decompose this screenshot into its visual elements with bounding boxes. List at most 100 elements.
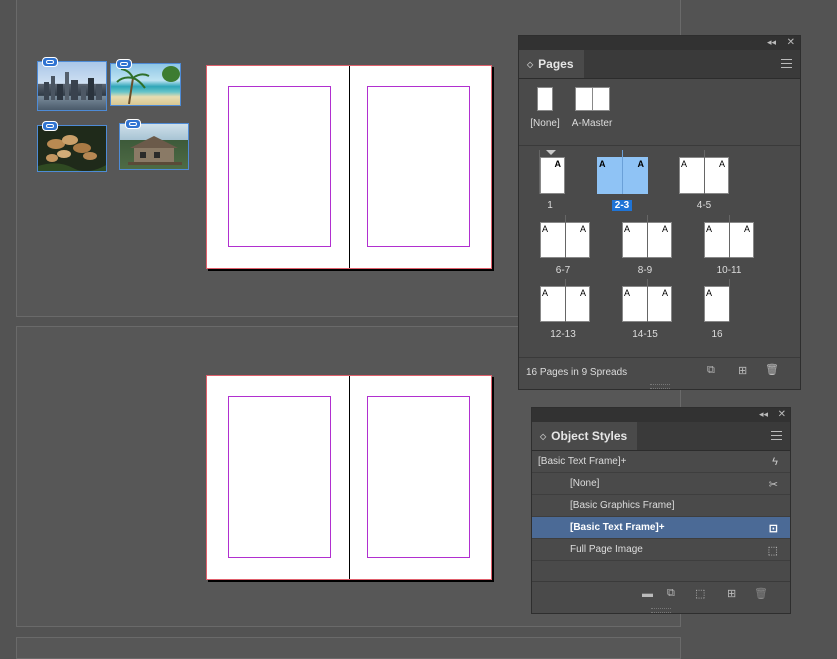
pages-panel[interactable]: ◂◂ ✕ ◇ Pages [None] A-Master A 1 A A 2-3… [518,35,801,390]
panel-title-bar[interactable]: ◂◂ ✕ [532,408,790,422]
clear-overrides-icon[interactable]: ⧉ [667,587,675,600]
link-icon [116,59,132,69]
panel-menu-icon[interactable] [781,59,792,71]
master-letter: A [624,224,631,234]
close-icon[interactable]: ✕ [787,37,795,48]
new-page-icon[interactable]: ⊞ [738,364,747,377]
resize-grip[interactable] [651,608,671,613]
page-13-thumb[interactable]: A [565,286,590,322]
style-item-label: Full Page Image [570,544,643,555]
spread-label-6-7[interactable]: 6-7 [548,265,578,276]
spine [729,279,730,322]
style-item-none[interactable]: [None] ✂ [532,473,790,495]
panel-menu-icon[interactable] [771,431,782,443]
tab-pages[interactable]: ◇ Pages [519,50,584,78]
object-styles-tab-bar: ◇ Object Styles [532,422,790,451]
page-6-thumb[interactable]: A [540,222,566,258]
collapse-icon[interactable]: ◂◂ [767,37,776,48]
page-12-thumb[interactable]: A [540,286,566,322]
page-7-thumb[interactable]: A [565,222,590,258]
panel-title-bar[interactable]: ◂◂ ✕ [519,36,800,50]
master-none-thumb[interactable] [537,87,553,111]
edit-page-size-icon[interactable]: ⧉ [707,364,715,377]
master-none-label[interactable]: [None] [523,118,567,129]
cabin-image[interactable] [119,123,189,170]
page-3-thumb[interactable]: A [622,157,648,194]
master-letter: A [579,224,586,234]
spread-label-1[interactable]: 1 [535,200,565,211]
object-styles-panel[interactable]: ◂◂ ✕ ◇ Object Styles [Basic Text Frame]+… [531,407,791,614]
master-letter: A [706,224,713,234]
lightning-icon[interactable]: ϟ [772,456,778,468]
folder-icon[interactable]: ▬ [642,588,653,600]
page-1-thumb[interactable]: A [540,157,565,194]
resize-grip[interactable] [649,384,670,389]
spread-bottom[interactable] [206,375,492,580]
style-item-full-page-image[interactable]: Full Page Image ⬚ [532,539,790,561]
mushrooms-image[interactable] [37,125,107,172]
spread-label-10-11[interactable]: 10-11 [709,265,749,276]
spread-label-2-3[interactable]: 2-3 [607,200,637,211]
trash-icon[interactable]: 🗑 [754,587,768,600]
page-10-thumb[interactable]: A [704,222,730,258]
spine [622,150,623,194]
spine [349,376,350,579]
page-5-thumb[interactable]: A [704,157,729,194]
page-2-thumb[interactable]: A [597,157,623,194]
current-style-label: [Basic Text Frame]+ [538,456,627,467]
page-insert-arrow [546,150,556,155]
page-15-thumb[interactable]: A [647,286,672,322]
city-skyline-image[interactable] [37,61,107,111]
master-letter: A [661,288,668,298]
link-icon [42,121,58,131]
spine [349,66,350,268]
document-area-bottom [16,637,681,659]
spread-label-14-15[interactable]: 14-15 [625,329,665,340]
spread-label-4-5[interactable]: 4-5 [689,200,719,211]
page-4-thumb[interactable]: A [679,157,705,194]
style-item-label: [Basic Text Frame]+ [570,522,665,533]
tab-object-styles[interactable]: ◇ Object Styles [532,422,638,450]
master-letter: A [554,159,562,169]
master-letter: A [542,224,549,234]
master-a-label[interactable]: A-Master [567,118,617,129]
style-item-basic-graphics-frame[interactable]: [Basic Graphics Frame] [532,495,790,517]
frame-icon: ⬚ [767,545,778,557]
close-icon[interactable]: ✕ [778,409,786,420]
style-item-basic-text-frame[interactable]: [Basic Text Frame]+ ⊡ [532,517,790,539]
page-8-thumb[interactable]: A [622,222,648,258]
chevron-updown-icon: ◇ [540,431,547,441]
style-item-label: [Basic Graphics Frame] [570,500,675,511]
tab-label: Object Styles [551,429,628,443]
master-letter: A [599,159,606,169]
pages-tab-bar: ◇ Pages [519,50,800,79]
master-letter: A [637,159,645,169]
clear-attributes-icon[interactable]: ⬚ [695,587,705,600]
spine [565,215,566,258]
spread-label-12-13[interactable]: 12-13 [543,329,583,340]
spread-label-8-9[interactable]: 8-9 [630,265,660,276]
spine [565,279,566,322]
spine [647,279,648,322]
page-11-thumb[interactable]: A [729,222,754,258]
trash-icon[interactable]: 🗑 [765,363,779,376]
beach-palms-image[interactable] [110,63,181,106]
tab-label: Pages [538,57,574,71]
collapse-icon[interactable]: ◂◂ [759,409,768,420]
spread-label-16[interactable]: 16 [702,329,732,340]
link-icon [42,57,58,67]
new-style-icon[interactable]: ⊞ [727,587,736,600]
master-letter: A [706,288,713,298]
spread-top[interactable] [206,65,492,269]
chevron-updown-icon: ◇ [527,59,534,69]
pages-status-text: 16 Pages in 9 Spreads [526,367,628,378]
page-9-thumb[interactable]: A [647,222,672,258]
styles-footer-divider [532,581,790,582]
page-16-thumb[interactable]: A [704,286,730,322]
scissors-icon: ✂ [768,479,778,491]
page-14-thumb[interactable]: A [622,286,648,322]
master-letter: A [681,159,688,169]
master-letter: A [661,224,668,234]
spine [539,150,540,194]
margin-guide-right [367,396,470,558]
